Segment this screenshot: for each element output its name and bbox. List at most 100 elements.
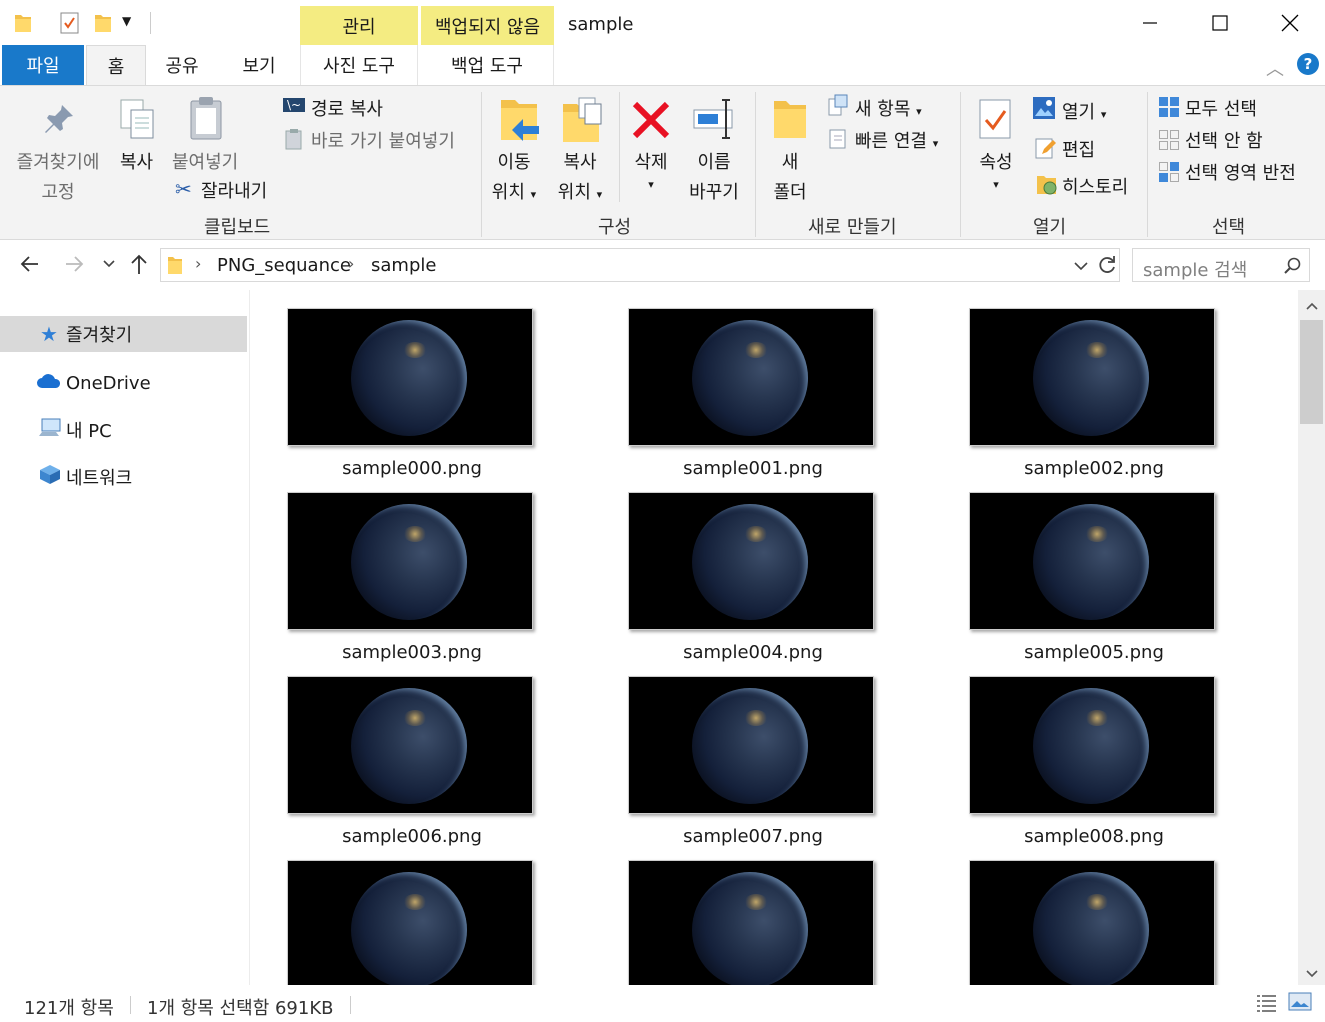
nav-item-this-pc[interactable]: 내 PC: [0, 412, 247, 448]
file-tile[interactable]: [969, 860, 1219, 985]
file-tile[interactable]: [628, 860, 878, 985]
large-icons-view-icon[interactable]: [1288, 992, 1312, 1016]
collapse-ribbon-icon[interactable]: ︿: [1266, 55, 1284, 81]
new-item-button[interactable]: 새 항목 ▾: [855, 95, 922, 121]
minimize-button[interactable]: [1115, 0, 1185, 45]
search-icon[interactable]: [1283, 257, 1301, 279]
copy-to-button[interactable]: 복사 위치 ▾: [550, 148, 610, 204]
easy-access-button[interactable]: 빠른 연결 ▾: [855, 127, 938, 153]
paste-shortcut-button[interactable]: 바로 가기 붙여넣기: [311, 127, 455, 153]
select-none-icon: [1158, 129, 1180, 155]
file-tile[interactable]: sample002.png: [969, 308, 1219, 488]
edit-button[interactable]: 편집: [1062, 136, 1095, 162]
group-label-clipboard: 클립보드: [204, 217, 271, 238]
tab-backup-tools[interactable]: 백업 도구: [421, 45, 554, 85]
history-icon: [1036, 172, 1058, 200]
address-bar[interactable]: › PNG_sequance › sample: [160, 248, 1120, 282]
file-tile[interactable]: sample001.png: [628, 308, 878, 488]
copy-button[interactable]: 복사: [120, 148, 153, 174]
vertical-scrollbar[interactable]: [1298, 290, 1325, 985]
file-thumbnail: [287, 308, 533, 446]
up-button[interactable]: [128, 252, 150, 280]
dropdown-arrow-icon: ▾: [648, 178, 654, 191]
maximize-button[interactable]: [1185, 0, 1255, 45]
refresh-button[interactable]: [1097, 255, 1117, 279]
forward-button[interactable]: [62, 252, 86, 280]
window-title: sample: [568, 14, 634, 35]
quick-access-dropdown-icon[interactable]: ▼: [122, 14, 131, 28]
rename-button[interactable]: 이름 바꾸기: [684, 148, 744, 204]
pin-icon: [42, 102, 76, 140]
scroll-up-icon[interactable]: [1305, 297, 1319, 316]
copy-to-icon: [561, 96, 605, 148]
details-view-icon[interactable]: [1256, 993, 1278, 1017]
move-to-button[interactable]: 이동 위치 ▾: [488, 148, 540, 204]
recent-locations-button[interactable]: [102, 255, 116, 274]
nav-item-network[interactable]: 네트워크: [0, 459, 247, 495]
minimize-icon: [1143, 21, 1157, 24]
group-label-new: 새로 만들기: [808, 217, 897, 238]
chevron-down-icon: [103, 260, 115, 268]
file-thumbnail: [287, 492, 533, 630]
scroll-down-icon[interactable]: [1305, 965, 1319, 984]
tab-share[interactable]: 공유: [150, 45, 214, 85]
tab-view[interactable]: 보기: [226, 45, 292, 85]
nav-item-onedrive[interactable]: OneDrive: [0, 365, 247, 401]
file-thumbnail: [969, 860, 1215, 985]
select-all-icon: [1158, 96, 1180, 122]
earth-image: [1033, 504, 1149, 620]
select-all-button[interactable]: 모두 선택: [1185, 95, 1257, 121]
paste-button[interactable]: 붙여넣기: [172, 148, 238, 174]
breadcrumb-separator-icon: ›: [195, 254, 202, 273]
forward-arrow-icon: [66, 256, 84, 272]
copy-path-button[interactable]: 경로 복사: [311, 95, 383, 121]
tab-file[interactable]: 파일: [2, 45, 84, 85]
history-button[interactable]: 히스토리: [1062, 173, 1128, 199]
delete-button[interactable]: 삭제 ▾: [628, 148, 674, 191]
divider: [150, 12, 151, 34]
properties-icon: [978, 98, 1014, 146]
folder-icon[interactable]: [14, 12, 32, 38]
copy-path-icon: \~: [283, 98, 305, 112]
folder-icon: [167, 255, 183, 279]
file-tile[interactable]: sample005.png: [969, 492, 1219, 672]
file-tile[interactable]: sample008.png: [969, 676, 1219, 856]
tab-picture-tools[interactable]: 사진 도구: [300, 45, 418, 85]
file-tile[interactable]: sample007.png: [628, 676, 878, 856]
back-button[interactable]: [18, 252, 42, 282]
address-dropdown-button[interactable]: [1073, 258, 1089, 277]
search-input[interactable]: sample 검색: [1143, 256, 1247, 282]
pin-to-quick-access-button[interactable]: 즐겨찾기에 고정: [8, 148, 108, 204]
scrollbar-thumb[interactable]: [1300, 320, 1323, 424]
properties-quick-icon[interactable]: [60, 12, 80, 38]
select-none-button[interactable]: 선택 안 함: [1185, 127, 1263, 153]
cut-button[interactable]: 잘라내기: [201, 177, 267, 203]
new-folder-button[interactable]: 새 폴더: [766, 148, 814, 204]
file-tile[interactable]: sample003.png: [287, 492, 537, 672]
group-divider: [960, 92, 961, 237]
nav-item-quick-access[interactable]: ★ 즐겨찾기: [0, 316, 247, 352]
close-button[interactable]: [1255, 0, 1325, 45]
file-tile[interactable]: [287, 860, 537, 985]
file-name: sample005.png: [1024, 642, 1164, 663]
open-icon: [1032, 96, 1056, 124]
file-thumbnail: [969, 308, 1215, 446]
open-button[interactable]: 열기 ▾: [1062, 98, 1106, 124]
properties-button[interactable]: 속성 ▾: [972, 148, 1020, 191]
file-tile[interactable]: sample006.png: [287, 676, 537, 856]
file-tile[interactable]: sample004.png: [628, 492, 878, 672]
file-view: sample000.png sample001.png sample002.png s…: [251, 290, 1298, 985]
context-tab-manage[interactable]: 관리: [300, 6, 418, 45]
invert-selection-button[interactable]: 선택 영역 반전: [1185, 159, 1296, 185]
invert-selection-icon: [1158, 161, 1180, 187]
context-tab-not-backed-up[interactable]: 백업되지 않음: [421, 6, 554, 45]
breadcrumb-sample[interactable]: sample: [371, 255, 436, 276]
file-tile[interactable]: sample000.png: [287, 308, 537, 488]
new-folder-quick-icon[interactable]: [94, 12, 112, 38]
search-box[interactable]: sample 검색: [1132, 248, 1310, 282]
tab-home[interactable]: 홈: [86, 45, 146, 86]
help-icon[interactable]: ?: [1297, 53, 1319, 75]
breadcrumb-png-sequance[interactable]: PNG_sequance: [217, 255, 351, 276]
navigation-pane: ★ 즐겨찾기 OneDrive 내 PC 네트워크: [0, 290, 250, 985]
earth-image: [351, 872, 467, 985]
